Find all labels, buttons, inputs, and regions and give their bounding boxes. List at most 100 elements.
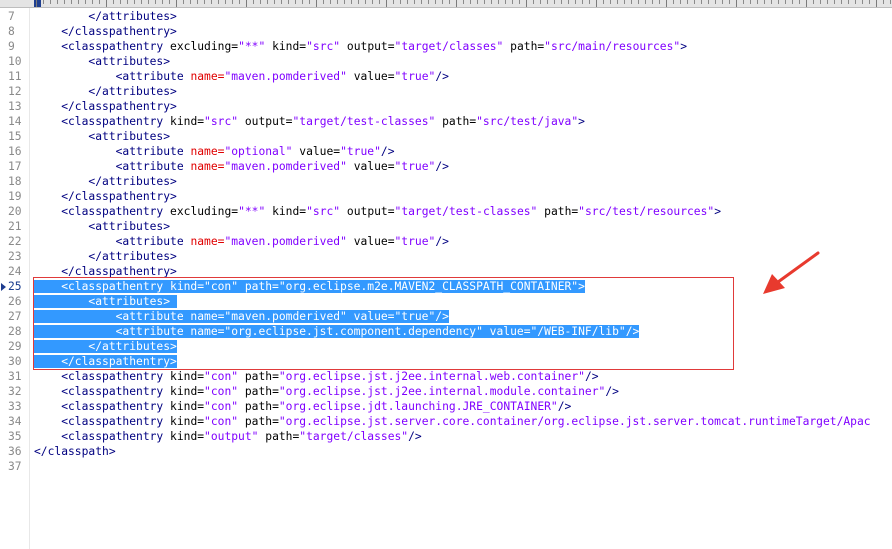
code-line[interactable]: 17 <attribute name="maven.pomderived" va… bbox=[0, 159, 892, 174]
line-number: 31 bbox=[8, 370, 22, 383]
line-number: 22 bbox=[8, 235, 22, 248]
code-token: excluding= bbox=[163, 40, 239, 53]
code-line[interactable]: 13 </classpathentry> bbox=[0, 99, 892, 114]
code-token: </attributes> bbox=[34, 175, 177, 188]
line-number: 26 bbox=[8, 295, 22, 308]
ruler-tick bbox=[813, 0, 814, 4]
code-token: path= bbox=[238, 385, 279, 398]
code-token: path= bbox=[258, 430, 300, 443]
ruler-tick bbox=[575, 0, 576, 4]
ruler-tick bbox=[414, 0, 415, 4]
code-token: "src" bbox=[306, 40, 341, 53]
code-text: </attributes> bbox=[34, 249, 176, 264]
code-token: <classpathentry bbox=[34, 400, 164, 413]
line-number: 9 bbox=[8, 40, 15, 53]
ruler-tick bbox=[428, 0, 429, 4]
code-token: <attribute bbox=[34, 145, 184, 158]
code-token: "optional" bbox=[224, 145, 293, 158]
code-token: /> bbox=[435, 235, 449, 248]
ruler-tick bbox=[631, 0, 632, 4]
ruler-tick bbox=[785, 0, 786, 4]
ruler-tick bbox=[421, 0, 422, 4]
line-number: 8 bbox=[8, 25, 15, 38]
code-line[interactable]: 19 </classpathentry> bbox=[0, 189, 892, 204]
code-line[interactable]: 31 <classpathentry kind="con" path="org.… bbox=[0, 369, 892, 384]
ruler-tick bbox=[169, 0, 170, 4]
ruler-tick bbox=[218, 0, 219, 4]
line-number: 25 bbox=[8, 280, 22, 293]
ruler-tick bbox=[673, 0, 674, 4]
ruler-tick bbox=[834, 0, 835, 4]
code-token: "**" bbox=[238, 205, 266, 218]
code-line[interactable]: 37 bbox=[0, 459, 892, 474]
ruler-tick bbox=[666, 0, 667, 7]
ruler-tick bbox=[792, 0, 793, 4]
code-token: /> bbox=[408, 430, 422, 443]
ruler-tick bbox=[57, 0, 58, 4]
code-line[interactable]: 9 <classpathentry excluding="**" kind="s… bbox=[0, 39, 892, 54]
ruler-tick bbox=[78, 0, 79, 4]
code-line[interactable]: 15 <attributes> bbox=[0, 129, 892, 144]
ruler-tick bbox=[778, 0, 779, 4]
ruler-tick bbox=[883, 0, 884, 4]
code-line[interactable]: 22 <attribute name="maven.pomderived" va… bbox=[0, 234, 892, 249]
code-line[interactable]: 20 <classpathentry excluding="**" kind="… bbox=[0, 204, 892, 219]
ruler-tick bbox=[743, 0, 744, 4]
code-text: <attributes> bbox=[34, 129, 170, 144]
code-line[interactable]: 14 <classpathentry kind="src" output="ta… bbox=[0, 114, 892, 129]
code-line[interactable]: 12 </attributes> bbox=[0, 84, 892, 99]
ruler-tick bbox=[841, 0, 842, 4]
code-token: <classpathentry bbox=[34, 370, 164, 383]
ruler-tick bbox=[715, 0, 716, 4]
code-line[interactable]: 21 <attributes> bbox=[0, 219, 892, 234]
line-number: 13 bbox=[8, 100, 22, 113]
ruler-tick bbox=[456, 0, 457, 7]
ruler-tick bbox=[232, 0, 233, 4]
code-line[interactable]: 7 </attributes> bbox=[0, 9, 892, 24]
code-token: /> bbox=[557, 400, 572, 413]
code-line[interactable]: 36 </classpath> bbox=[0, 444, 892, 459]
code-token: path= bbox=[537, 205, 579, 218]
code-line[interactable]: 34 <classpathentry kind="con" path="org.… bbox=[0, 414, 892, 429]
line-number: 28 bbox=[8, 325, 22, 338]
code-token: <classpathentry bbox=[34, 415, 164, 428]
code-line[interactable]: 8 </classpathentry> bbox=[0, 24, 892, 39]
code-line[interactable]: 35 <classpathentry kind="output" path="t… bbox=[0, 429, 892, 444]
code-token: /> bbox=[380, 145, 395, 158]
code-line[interactable]: 11 <attribute name="maven.pomderived" va… bbox=[0, 69, 892, 84]
code-line[interactable]: 18 </attributes> bbox=[0, 174, 892, 189]
code-editor[interactable]: 7 </attributes> 8 </classpathentry> 9 <cla… bbox=[0, 9, 892, 474]
code-token: excluding= bbox=[163, 205, 239, 218]
selection-annotation-box bbox=[33, 277, 734, 370]
line-number: 32 bbox=[8, 385, 22, 398]
ruler-tick bbox=[435, 0, 436, 4]
ruler-tick bbox=[92, 0, 93, 4]
ruler-tick bbox=[505, 0, 506, 4]
ruler-tick bbox=[729, 0, 730, 4]
ruler-tick bbox=[512, 0, 513, 4]
ruler-tick bbox=[855, 0, 856, 4]
code-token: "con" bbox=[204, 385, 239, 398]
ruler-tick bbox=[120, 0, 121, 4]
code-line[interactable]: 32 <classpathentry kind="con" path="org.… bbox=[0, 384, 892, 399]
ruler-tick bbox=[624, 0, 625, 4]
code-token: path= bbox=[238, 400, 279, 413]
code-line[interactable]: 33 <classpathentry kind="con" path="org.… bbox=[0, 399, 892, 414]
code-line[interactable]: 16 <attribute name="optional" value="tru… bbox=[0, 144, 892, 159]
code-text: <classpathentry kind="con" path="org.ecl… bbox=[34, 414, 870, 429]
code-line[interactable]: 10 <attributes> bbox=[0, 54, 892, 69]
ruler-tick bbox=[372, 0, 373, 4]
code-line[interactable]: 23 </attributes> bbox=[0, 249, 892, 264]
code-token: path= bbox=[238, 370, 279, 383]
code-token: /> bbox=[605, 385, 619, 398]
ruler-tick bbox=[659, 0, 660, 4]
code-token: <classpathentry bbox=[34, 115, 164, 128]
code-text: <attribute name="maven.pomderived" value… bbox=[34, 234, 449, 249]
ruler-tick bbox=[225, 0, 226, 4]
ruler-tick bbox=[645, 0, 646, 4]
code-text: </classpathentry> bbox=[34, 24, 177, 39]
ruler-tick bbox=[267, 0, 268, 4]
code-token: "src" bbox=[306, 205, 341, 218]
line-number: 17 bbox=[8, 160, 22, 173]
ruler-tick bbox=[680, 0, 681, 4]
